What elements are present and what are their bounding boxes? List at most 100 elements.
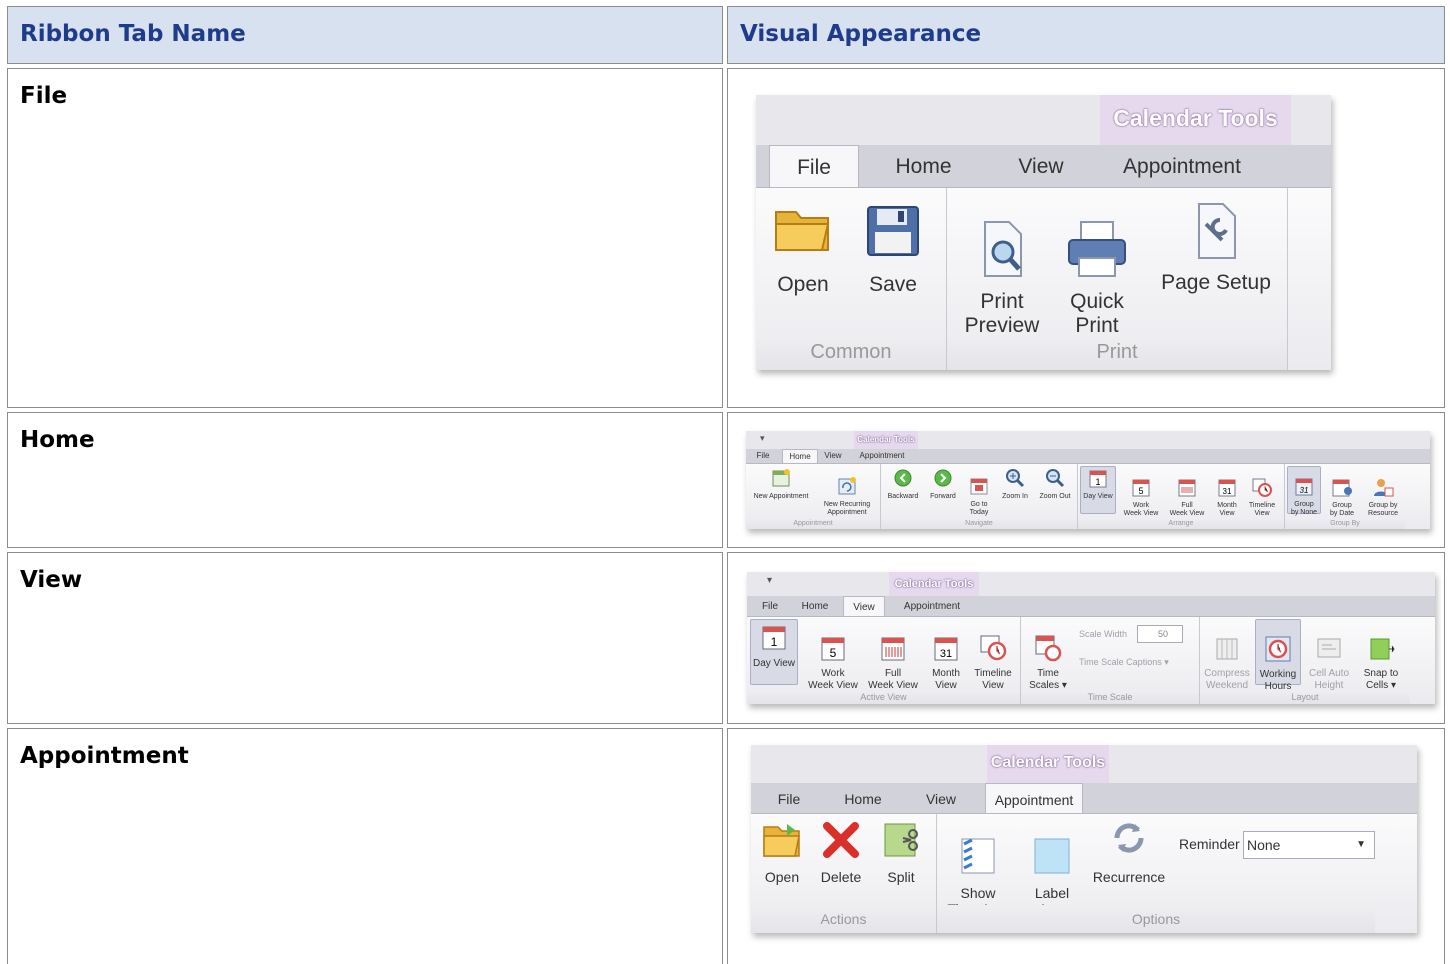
zoom-out-label: Zoom Out (1039, 493, 1071, 501)
tab-view[interactable]: View (916, 783, 966, 813)
zoom-in-icon (1006, 469, 1025, 488)
save-button[interactable]: Save (857, 204, 929, 298)
recurrence-icon (1114, 823, 1144, 853)
group-print: Print Preview Quick Print Page Setup Pri… (947, 188, 1288, 370)
save-label: Save (869, 273, 917, 297)
group-time-scale: Time Scales ▾ Scale Width 50 Time Scale … (1021, 617, 1200, 704)
new-recurring-appointment-button[interactable]: New Recurring Appointment (816, 468, 878, 525)
calendar-icon: 5 (1132, 479, 1150, 497)
zoom-out-button[interactable]: Zoom Out (1035, 468, 1075, 501)
working-hours-button[interactable]: Working Hours (1255, 619, 1301, 692)
forward-button[interactable]: Forward (923, 468, 963, 501)
day-view-button[interactable]: 1 Day View (750, 619, 798, 685)
clock-icon (980, 635, 1007, 660)
recurrence-icon (838, 477, 856, 495)
view-ribbon-image: ▾ Calendar Tools File Home View Appointm… (747, 572, 1435, 704)
file-ribbon-image: Calendar Tools File Home View Appointmen… (756, 95, 1331, 370)
ribbon-body: Open Save Common Print Preview Quick Pri… (756, 187, 1331, 370)
show-time-as-icon (961, 838, 995, 874)
calendar-icon (1178, 479, 1196, 497)
ribbon-body: Open Delete Split Actions Show Label Rec… (751, 813, 1417, 933)
tab-appointment[interactable]: Appointment (893, 596, 971, 616)
header-visual-appearance: Visual Appearance (740, 21, 982, 47)
delete-button[interactable]: Delete (815, 820, 867, 885)
open-button[interactable]: Open (757, 820, 807, 885)
tab-view[interactable]: View (1006, 145, 1076, 187)
reminder-label: Reminder (1179, 836, 1240, 852)
quick-print-label: Quick Print (1070, 289, 1124, 337)
tab-appointment[interactable]: Appointment (856, 449, 908, 463)
group-by-none-button[interactable]: 31 Group by None (1287, 466, 1321, 517)
tab-home[interactable]: Home (795, 596, 835, 616)
table-row-home-visual: ▾ Calendar Tools File Home View Appointm… (727, 412, 1445, 548)
group-active-view: 1 Day View 5 Work Week View Full Week Vi… (747, 617, 1021, 704)
full-week-view-label: Full Week View (1169, 502, 1205, 518)
ribbon-tabs-table: Ribbon Tab Name Visual Appearance File C… (0, 0, 1450, 964)
table-row-view-name: View (7, 552, 723, 724)
tab-view[interactable]: View (820, 449, 846, 463)
reminder-select[interactable]: None ▼ (1243, 831, 1375, 859)
tab-home[interactable]: Home (833, 783, 893, 813)
open-label: Open (764, 869, 800, 886)
day-view-label: Day View (1083, 493, 1113, 501)
chevron-down-icon: ▼ (1356, 839, 1366, 850)
group-by-date-label: Group by Date (1329, 502, 1355, 518)
green-arrow-left-icon (894, 469, 912, 487)
new-appointment-button[interactable]: New Appointment (748, 468, 814, 501)
tab-file[interactable]: File (767, 783, 811, 813)
backward-button[interactable]: Backward (883, 468, 923, 501)
scale-width-value: 50 (1157, 629, 1168, 639)
tab-strip: File Home View Appointment (756, 145, 1331, 189)
group-common: Open Save Common (756, 188, 947, 370)
folder-icon (763, 824, 800, 857)
group-label-options: Options (937, 905, 1375, 933)
tab-view[interactable]: View (843, 596, 885, 618)
cell-auto-height-icon (1317, 638, 1341, 657)
delete-label: Delete (820, 869, 862, 886)
context-tab-calendar-tools: Calendar Tools (987, 745, 1109, 783)
group-label-actions: Actions (751, 905, 936, 933)
header-cell-visual: Visual Appearance (727, 6, 1445, 64)
split-button[interactable]: Split (875, 820, 927, 885)
page-setup-button[interactable]: Page Setup (1152, 202, 1280, 296)
tab-home[interactable]: Home (886, 145, 961, 187)
day-view-button[interactable]: 1 Day View (1080, 466, 1116, 514)
timeline-view-label: Timeline View (974, 668, 1012, 691)
time-scale-captions-dropdown[interactable]: Time Scale Captions ▾ (1079, 657, 1169, 668)
red-x-icon (823, 822, 859, 858)
calendar-icon: 5 (821, 637, 845, 660)
group-options: Show Time As ▾ Label As ▾ Recurrence Rem… (937, 814, 1375, 933)
group-label-active-view: Active View (747, 690, 1020, 704)
group-arrange: 1 Day View 5 Work Week View Full Week Vi… (1078, 464, 1285, 529)
scale-width-spinner[interactable]: 50 (1137, 625, 1183, 643)
go-to-today-button[interactable]: Go to Today (963, 468, 995, 525)
svg-text:1: 1 (771, 635, 778, 649)
tab-file[interactable]: File (752, 449, 774, 463)
calendar-icon (772, 469, 790, 487)
month-view-label: Month View (932, 668, 960, 691)
recurrence-button[interactable]: Recurrence (1089, 816, 1169, 885)
table-row-view-visual: ▾ Calendar Tools File Home View Appointm… (727, 552, 1445, 724)
open-button[interactable]: Open (768, 204, 838, 298)
tab-file[interactable]: File (769, 145, 859, 189)
quick-access-toolbar-icon[interactable]: ▾ (767, 575, 772, 586)
calendar-icon: 31 (934, 637, 958, 660)
header-tab-name: Ribbon Tab Name (20, 21, 246, 47)
tab-file[interactable]: File (757, 596, 783, 616)
tab-appointment[interactable]: Appointment (985, 783, 1083, 815)
group-label-group-by: Group By (1285, 518, 1405, 529)
zoom-in-button[interactable]: Zoom In (995, 468, 1035, 501)
quick-access-toolbar-icon[interactable]: ▾ (760, 433, 765, 444)
tab-appointment[interactable]: Appointment (1114, 145, 1250, 187)
clock-icon (1252, 478, 1272, 498)
calendar-icon (881, 637, 905, 660)
ribbon-body: 1 Day View 5 Work Week View Full Week Vi… (747, 616, 1435, 704)
work-week-view-label: Work Week View (808, 668, 858, 691)
calendar-icon: 1 (762, 626, 786, 650)
clock-icon (1035, 635, 1062, 661)
folder-icon (775, 211, 830, 251)
open-label: Open (777, 273, 829, 297)
tab-strip: File Home View Appointment (746, 449, 1430, 465)
group-by-none-label: Group by None (1290, 501, 1318, 517)
cell-auto-height-label: Cell Auto Height (1308, 668, 1350, 691)
